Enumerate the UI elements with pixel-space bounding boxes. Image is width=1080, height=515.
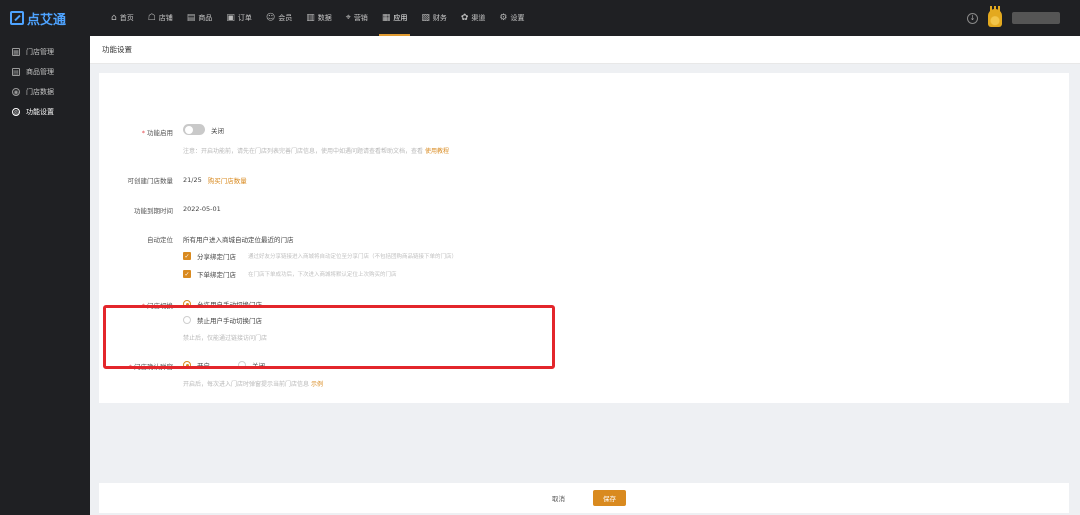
auto-locate-desc: 所有用户进入商城自动定位最近的门店	[183, 236, 294, 244]
list-icon: ▤	[12, 68, 20, 76]
save-button[interactable]: 保存	[593, 490, 626, 506]
chart-icon: ◉	[12, 88, 20, 96]
nav-item-goods[interactable]: ▤ 商品	[180, 0, 220, 36]
nav-item-shop[interactable]: ☖ 店铺	[141, 0, 180, 36]
expire-label: 功能到期时间	[134, 207, 173, 215]
nav-item-orders[interactable]: ▣ 订单	[219, 0, 259, 36]
example-link[interactable]: 示例	[311, 381, 323, 388]
avatar[interactable]	[988, 6, 1002, 27]
shop-icon: ☖	[147, 13, 156, 23]
sidebar-item-feature-settings[interactable]: ◎ 功能设置	[0, 102, 90, 122]
sidebar-item-goods-management[interactable]: ▤ 商品管理	[0, 62, 90, 82]
page-title: 功能设置	[90, 36, 1080, 64]
top-right-tools: ↓	[967, 6, 1060, 27]
channel-icon: ✿	[460, 13, 469, 23]
app-logo[interactable]: 点艾通	[0, 9, 92, 28]
chart-icon: ▥	[306, 13, 315, 23]
sidebar-item-store-management[interactable]: ▦ 门店管理	[0, 42, 90, 62]
logo-text: 点艾通	[27, 12, 67, 28]
nav-label: 数据	[317, 14, 332, 22]
nav-item-members[interactable]: ☺ 会员	[259, 0, 299, 36]
download-icon[interactable]: ↓	[967, 12, 978, 24]
grid-icon: ▦	[12, 48, 20, 56]
top-navbar: 点艾通 ⌂ 首页 ☖ 店铺 ▤ 商品 ▣ 订单 ☺ 会员 ▥ 数据 ⌖ 营销 ▦ 应用 ▧ 财务 …	[0, 0, 1080, 36]
enable-value: 关闭	[183, 124, 224, 135]
sidebar-item-store-data[interactable]: ◉ 门店数据	[0, 82, 90, 102]
logo-icon	[10, 11, 24, 25]
home-icon: ⌂	[111, 13, 117, 23]
tutorial-link[interactable]: 使用教程	[425, 148, 449, 155]
form-footer: 取消 保存	[99, 483, 1069, 513]
tag-icon: ⌖	[345, 13, 351, 23]
highlight-box	[103, 305, 555, 369]
main-content: 功能设置 * 功能启用 关闭 注意：开启功能前，请先在门店列表完善门店信息，使用中…	[90, 36, 1080, 515]
buy-store-quota-link[interactable]: 购买门店数量	[208, 175, 247, 185]
apps-icon: ▦	[381, 13, 391, 23]
settings-icon: ◎	[12, 108, 20, 116]
share-bind-option: ✓ 分享绑定门店 通过好友分享链接进入商城将自动定位至分享门店（不包括团购商品链…	[183, 252, 458, 261]
cancel-button[interactable]: 取消	[542, 490, 575, 506]
enable-label: * 功能启用	[141, 129, 173, 137]
gear-icon: ⚙	[499, 13, 508, 23]
enable-state: 关闭	[211, 126, 224, 135]
nav-label: 店铺	[158, 14, 173, 22]
user-icon: ☺	[265, 13, 276, 23]
confirm-popup-hint: 开启后，每次进入门店时弹窗提示当前门店信息 示例	[183, 381, 323, 388]
sidebar-item-label: 商品管理	[26, 68, 54, 76]
nav-label: 渠道	[471, 14, 486, 22]
nav-item-data[interactable]: ▥ 数据	[299, 0, 339, 36]
nav-label: 营销	[353, 14, 368, 22]
enable-toggle[interactable]	[183, 124, 205, 135]
nav-label: 订单	[237, 14, 252, 22]
nav-label: 会员	[278, 14, 293, 22]
expire-value: 2022-05-01	[183, 205, 221, 213]
nav-label: 首页	[119, 14, 134, 22]
nav-label: 应用	[393, 14, 408, 22]
share-bind-checkbox[interactable]: ✓	[183, 252, 191, 260]
nav-label: 商品	[198, 14, 213, 22]
sidebar: ▦ 门店管理 ▤ 商品管理 ◉ 门店数据 ◎ 功能设置	[0, 36, 90, 515]
order-icon: ▣	[226, 13, 235, 23]
username-redacted[interactable]	[1012, 12, 1060, 24]
order-bind-option: ✓ 下单绑定门店 在门店下单成功后，下次进入商城将默认定位上次购买的门店	[183, 270, 397, 279]
nav-item-settings[interactable]: ⚙ 设置	[492, 0, 531, 36]
nav-item-channels[interactable]: ✿ 渠道	[454, 0, 493, 36]
finance-icon: ▧	[421, 13, 430, 23]
sidebar-item-label: 功能设置	[26, 108, 54, 116]
order-bind-checkbox[interactable]: ✓	[183, 270, 191, 278]
goods-icon: ▤	[186, 13, 196, 23]
count-label: 可创建门店数量	[127, 177, 174, 185]
nav-item-home[interactable]: ⌂ 首页	[104, 0, 141, 36]
enable-hint: 注意：开启功能前，请先在门店列表完善门店信息，使用中如遇问题请查看帮助文档，查看…	[183, 148, 449, 155]
sidebar-item-label: 门店数据	[26, 88, 54, 96]
nav-label: 财务	[432, 14, 447, 22]
main-nav: ⌂ 首页 ☖ 店铺 ▤ 商品 ▣ 订单 ☺ 会员 ▥ 数据 ⌖ 营销 ▦ 应用 ▧ 财务 ✿ 渠道 …	[104, 0, 531, 36]
auto-locate-label: 自动定位	[147, 236, 173, 244]
nav-item-marketing[interactable]: ⌖ 营销	[339, 0, 375, 36]
sidebar-item-label: 门店管理	[26, 48, 54, 56]
nav-item-finance[interactable]: ▧ 财务	[414, 0, 454, 36]
nav-label: 设置	[510, 14, 525, 22]
nav-item-apps[interactable]: ▦ 应用	[375, 0, 415, 36]
count-value: 21/25 购买门店数量	[183, 175, 247, 185]
